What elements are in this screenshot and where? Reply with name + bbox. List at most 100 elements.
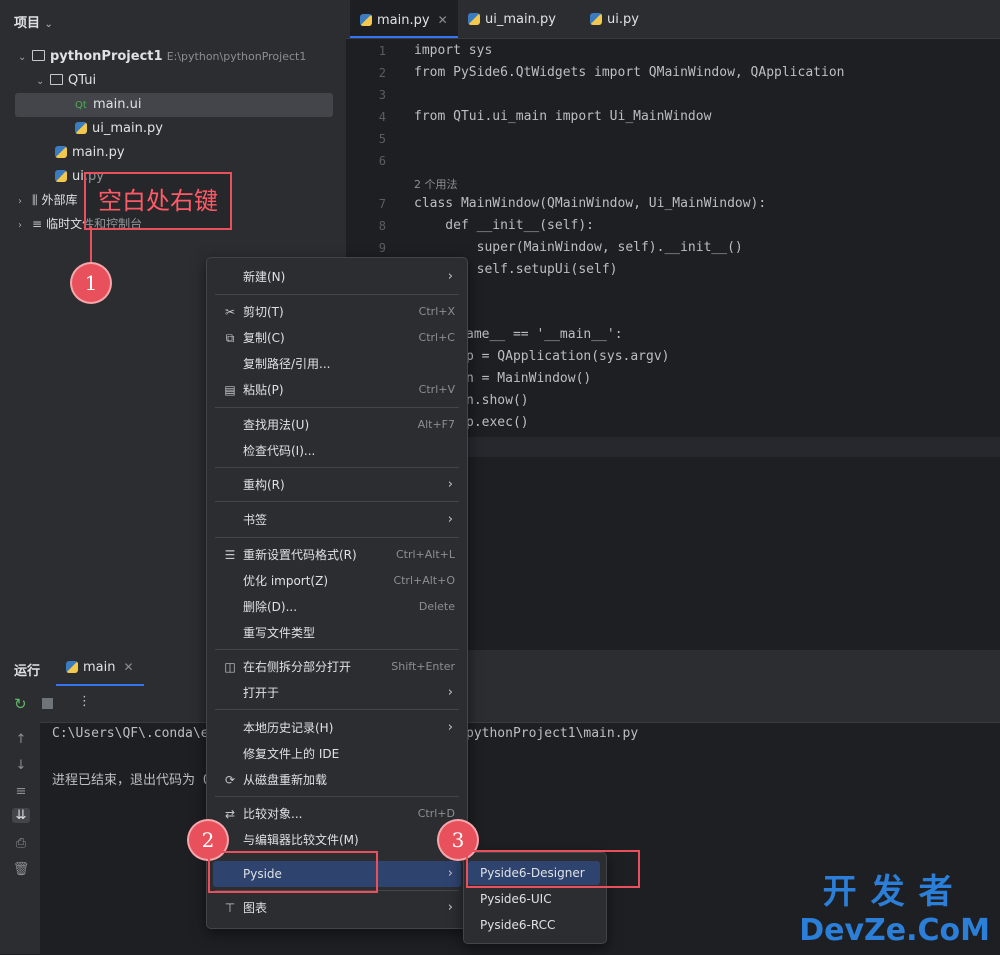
menu-separator [215, 407, 459, 408]
close-icon[interactable]: ✕ [123, 660, 133, 674]
line-number: 7 [378, 197, 386, 211]
code-line: super(MainWindow, self).__init__() [414, 240, 743, 255]
code-line: import sys [414, 43, 493, 58]
menu-item-delete[interactable]: 删除(D)... Delete [213, 594, 461, 620]
menu-item-refactor[interactable]: 重构(R) › [213, 472, 461, 498]
python-file-icon [55, 170, 67, 182]
menu-separator [215, 796, 459, 797]
menu-item-copy[interactable]: ⧉ 复制(C) Ctrl+C [213, 325, 461, 351]
soft-wrap-icon[interactable]: ≡ [12, 784, 30, 799]
chevron-right-icon: › [447, 269, 453, 284]
python-file-icon [360, 14, 372, 26]
menu-item-copy-path[interactable]: 复制路径/引用... [213, 351, 461, 377]
folder-icon [32, 50, 45, 61]
chevron-right-icon[interactable]: › [18, 214, 32, 238]
python-file-icon [590, 13, 602, 25]
python-file-icon [55, 146, 67, 158]
split-icon: ◫ [224, 660, 236, 674]
menu-separator [215, 467, 459, 468]
menu-item-find-usages[interactable]: 查找用法(U) Alt+F7 [213, 412, 461, 438]
line-number: 1 [378, 44, 386, 58]
editor-tabbar: main.py ✕ ui_main.py ui.py [346, 0, 1000, 39]
tree-item-ui-main-py[interactable]: ui_main.py [75, 117, 163, 141]
python-file-icon [66, 661, 78, 673]
chevron-right-icon: › [447, 685, 453, 700]
compare-icon: ⇄ [224, 807, 236, 821]
scroll-to-end-icon[interactable]: ⇊ [12, 808, 30, 823]
line-number: 4 [378, 110, 386, 124]
arrow-up-icon[interactable]: ↑ [12, 732, 30, 747]
tree-item-qtui[interactable]: ⌄ QTui [36, 69, 96, 93]
menu-item-diagrams[interactable]: ⊤ 图表 › [213, 895, 461, 921]
diagram-icon: ⊤ [224, 901, 236, 915]
run-label: 运行 [14, 664, 41, 679]
menu-item-optimize-imports[interactable]: 优化 import(Z) Ctrl+Alt+O [213, 568, 461, 594]
menu-separator [215, 709, 459, 710]
more-icon[interactable]: ⋮ [78, 694, 91, 709]
tree-item-external-libs[interactable]: › ⫼ 外部库 [18, 188, 78, 212]
trash-icon[interactable]: 🗑 [12, 862, 30, 877]
paste-icon: ▤ [224, 383, 236, 397]
chevron-right-icon: › [447, 477, 453, 492]
close-icon[interactable]: ✕ [438, 13, 448, 27]
line-number: 2 [378, 66, 386, 80]
submenu-item-pyside6-rcc[interactable]: Pyside6-RCC [468, 913, 600, 937]
menu-item-bookmarks[interactable]: 书签 › [213, 507, 461, 533]
rerun-icon[interactable]: ↻ [14, 695, 27, 713]
chevron-right-icon: › [447, 512, 453, 527]
code-line: p = QApplication(sys.argv) [466, 349, 670, 364]
arrow-down-icon[interactable]: ↓ [12, 758, 30, 773]
menu-item-inspect-code[interactable]: 检查代码(I)... [213, 438, 461, 464]
chevron-down-icon[interactable]: ⌄ [36, 70, 50, 94]
code-line: n.show() [466, 393, 529, 408]
line-number: 8 [378, 219, 386, 233]
project-header[interactable]: 项目 ⌄ [14, 12, 59, 31]
menu-item-repair-ide[interactable]: 修复文件上的 IDE [213, 741, 461, 767]
line-number: 6 [378, 154, 386, 168]
tab-ui-main-py[interactable]: ui_main.py [458, 0, 566, 38]
chevron-right-icon: › [447, 720, 453, 735]
highlight-box-pyside [208, 851, 378, 893]
python-file-icon [468, 13, 480, 25]
stop-icon[interactable] [42, 698, 53, 709]
code-line: p.exec() [466, 415, 529, 430]
annotation-leader-line [90, 226, 92, 266]
run-tab-main[interactable]: main ✕ [66, 660, 134, 675]
menu-item-cut[interactable]: ✂ 剪切(T) Ctrl+X [213, 299, 461, 325]
watermark-logo: 开发者 DevZe.CoM [799, 872, 990, 948]
menu-separator [215, 537, 459, 538]
line-number: 3 [378, 88, 386, 102]
highlight-box-designer [466, 850, 640, 888]
step-badge-1: 1 [72, 264, 110, 302]
menu-item-reformat-code[interactable]: ☰ 重新设置代码格式(R) Ctrl+Alt+L [213, 542, 461, 568]
menu-item-new[interactable]: 新建(N) › [213, 264, 461, 290]
reload-icon: ⟳ [224, 773, 236, 787]
tree-item-main-py[interactable]: main.py [55, 141, 125, 165]
menu-item-override-file-type[interactable]: 重写文件类型 [213, 620, 461, 646]
code-line: from PySide6.QtWidgets import QMainWindo… [414, 65, 845, 80]
menu-item-open-in-right-split[interactable]: ◫ 在右侧拆分部分打开 Shift+Enter [213, 654, 461, 680]
library-icon: ⫼ [32, 193, 38, 207]
menu-separator [215, 501, 459, 502]
menu-item-compare-with-editor[interactable]: 与编辑器比较文件(M) [213, 827, 461, 853]
scissors-icon: ✂ [224, 305, 236, 319]
line-number: 5 [378, 132, 386, 146]
tab-main-py[interactable]: main.py ✕ [350, 0, 458, 38]
console-output-line: pythonProject1\main.py [466, 726, 639, 741]
menu-item-paste[interactable]: ▤ 粘贴(P) Ctrl+V [213, 377, 461, 403]
usage-hint[interactable]: 2 个用法 [414, 176, 458, 192]
menu-item-reload-from-disk[interactable]: ⟳ 从磁盘重新加载 [213, 767, 461, 793]
tree-item-pythonproject1[interactable]: ⌄ pythonProject1 E:\python\pythonProject1 [18, 45, 306, 69]
menu-item-open-in[interactable]: 打开于 › [213, 680, 461, 706]
print-icon[interactable]: ⎙ [12, 836, 30, 851]
menu-item-local-history[interactable]: 本地历史记录(H) › [213, 715, 461, 741]
folder-icon [50, 74, 63, 85]
submenu-item-pyside6-uic[interactable]: Pyside6-UIC [468, 887, 600, 911]
tab-ui-py[interactable]: ui.py [580, 0, 649, 38]
menu-item-compare-with[interactable]: ⇄ 比较对象... Ctrl+D [213, 801, 461, 827]
code-line: from QTui.ui_main import Ui_MainWindow [414, 109, 712, 124]
console-exit-line: 进程已结束，退出代码为 0 [52, 773, 211, 788]
chevron-down-icon[interactable]: ⌄ [18, 46, 32, 70]
tree-item-main-ui[interactable]: Qt main.ui [15, 93, 333, 117]
chevron-right-icon[interactable]: › [18, 190, 32, 214]
